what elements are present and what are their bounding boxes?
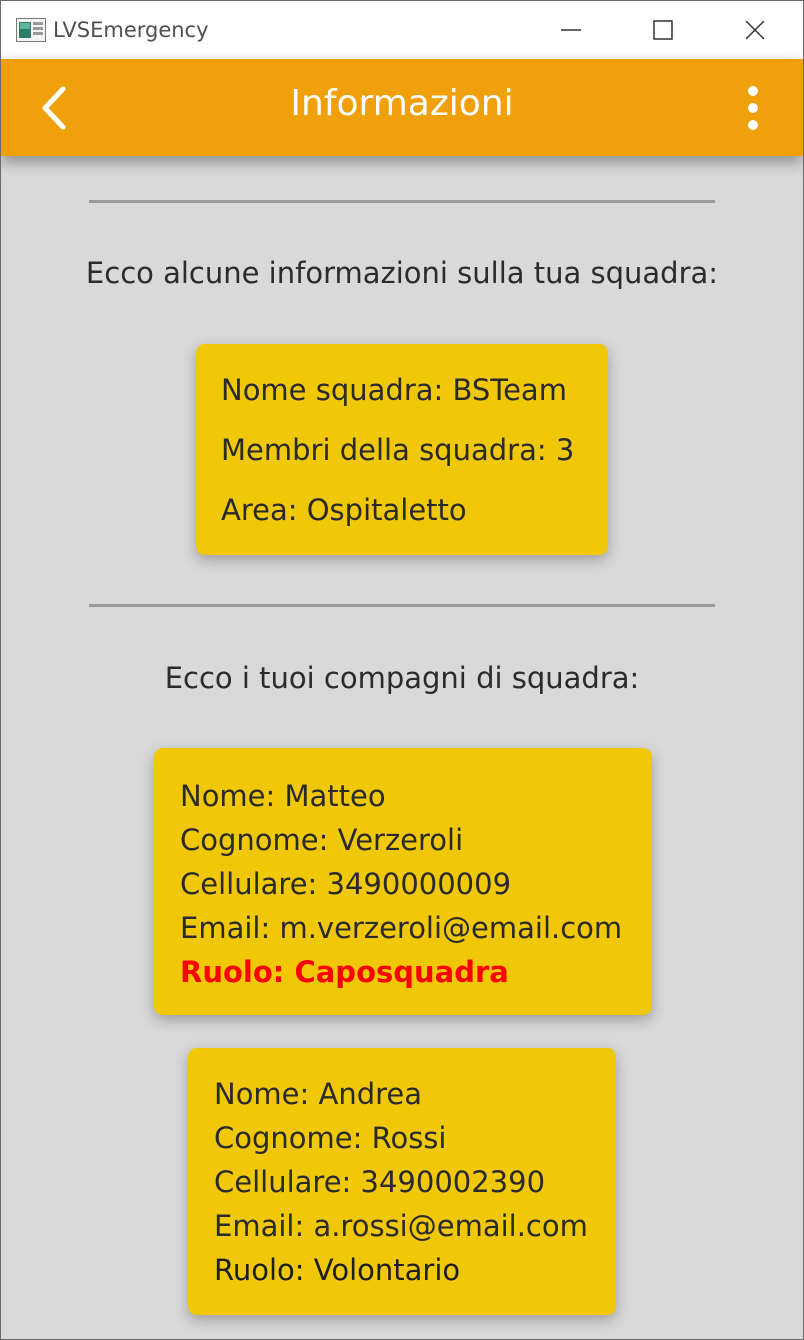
window-title: LVSEmergency xyxy=(53,18,209,42)
team-info-card: Nome squadra: BSTeam Membri della squadr… xyxy=(196,344,608,555)
app-header: Informazioni xyxy=(1,59,803,156)
app-window: LVSEmergency Informazioni Ecco alcune in… xyxy=(0,0,804,1340)
member-role: Ruolo: Volontario xyxy=(214,1253,461,1287)
close-icon xyxy=(745,20,765,40)
close-button[interactable] xyxy=(709,1,801,59)
team-name: Nome squadra: BSTeam xyxy=(221,373,567,407)
maximize-button[interactable] xyxy=(617,1,709,59)
more-menu-button[interactable] xyxy=(729,81,777,135)
minimize-button[interactable] xyxy=(525,1,617,59)
maximize-icon xyxy=(653,20,673,40)
member-email: Email: m.verzeroli@email.com xyxy=(180,911,623,945)
content-area[interactable]: Ecco alcune informazioni sulla tua squad… xyxy=(1,156,803,1339)
member-name: Nome: Andrea xyxy=(214,1077,423,1111)
app-window-icon xyxy=(16,18,46,42)
member-name: Nome: Matteo xyxy=(180,779,386,813)
teammates-heading: Ecco i tuoi compagni di squadra: xyxy=(164,661,640,695)
page-title: Informazioni xyxy=(290,83,514,124)
member-card: Nome: Matteo Cognome: Verzeroli Cellular… xyxy=(154,748,652,1015)
title-bar[interactable]: LVSEmergency xyxy=(1,1,803,59)
member-role: Ruolo: Caposquadra xyxy=(180,955,509,989)
team-info-heading: Ecco alcune informazioni sulla tua squad… xyxy=(85,256,719,290)
section-divider xyxy=(89,604,715,607)
member-phone: Cellulare: 3490002390 xyxy=(214,1165,546,1199)
section-divider xyxy=(89,200,715,203)
member-phone: Cellulare: 3490000009 xyxy=(180,867,512,901)
team-members-count: Membri della squadra: 3 xyxy=(221,433,575,467)
more-vertical-icon xyxy=(748,86,758,130)
member-surname: Cognome: Rossi xyxy=(214,1121,447,1155)
team-area: Area: Ospitaletto xyxy=(221,493,467,527)
member-card: Nome: Andrea Cognome: Rossi Cellulare: 3… xyxy=(188,1048,616,1315)
member-surname: Cognome: Verzeroli xyxy=(180,823,464,857)
member-email: Email: a.rossi@email.com xyxy=(214,1209,588,1243)
minimize-icon xyxy=(561,29,581,31)
